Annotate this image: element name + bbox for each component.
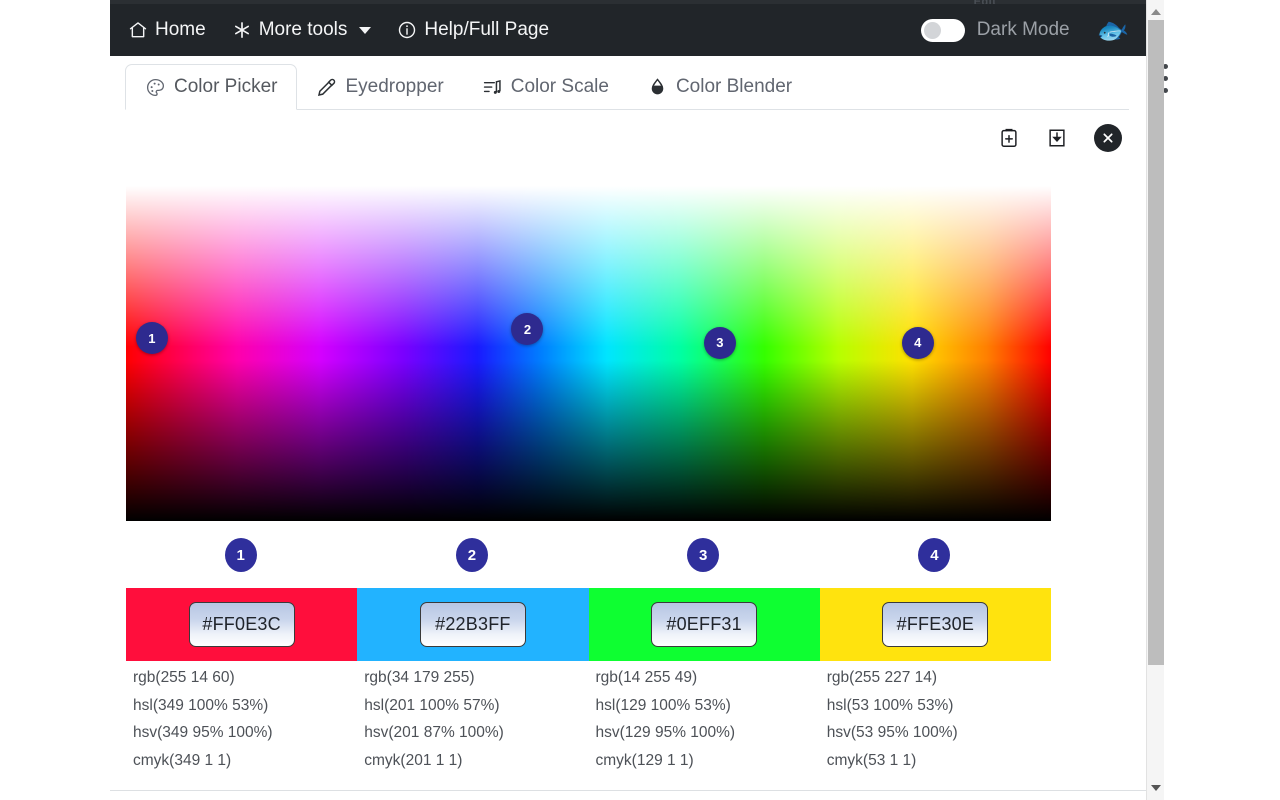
nav-home-link[interactable]: Home [128,19,206,41]
swatch-index-badges: 1 2 3 4 [126,538,1051,576]
rgb-value[interactable]: rgb(14 255 49) [596,664,820,692]
tab-label: Eyedropper [345,76,444,97]
nav-help-link[interactable]: Help/Full Page [397,19,549,41]
hex-input-3[interactable]: #0EFF31 [651,602,758,647]
color-values-grid: rgb(255 14 60) hsl(349 100% 53%) hsv(349… [126,664,1051,774]
dark-mode-control[interactable]: Dark Mode [920,18,1070,42]
page-gutter-left [0,0,110,800]
color-swatch-strip: #FF0E3C #22B3FF #0EFF31 #FFE30E [126,588,1051,661]
color-marker-4[interactable]: 4 [901,326,934,359]
nav-more-tools-label: More tools [258,19,348,40]
color-marker-2[interactable]: 2 [511,313,544,346]
tab-eyedropper[interactable]: Eyedropper [297,64,462,110]
triangle-down-icon [1151,785,1161,791]
vertical-scrollbar[interactable] [1146,0,1164,800]
dark-mode-toggle[interactable] [920,18,965,42]
nav-more-tools-dropdown[interactable]: More tools [232,19,372,41]
home-icon [128,20,148,40]
triangle-up-icon [1151,9,1161,15]
info-circle-icon [397,20,417,40]
hsv-value[interactable]: hsv(349 95% 100%) [133,719,357,747]
clownfish-icon: 🐟 [1092,11,1131,49]
close-circle-icon[interactable] [1094,124,1122,152]
swatch-badge-4[interactable]: 4 [918,538,951,572]
app-root: Edit Home More tools Help/Full Page Dark… [0,0,1280,800]
palette-icon [145,77,166,98]
tab-label: Color Blender [675,76,793,97]
hex-input-1[interactable]: #FF0E3C [188,602,295,647]
hsv-value[interactable]: hsv(129 95% 100%) [596,719,820,747]
color-swatch-1[interactable]: #FF0E3C [126,588,358,661]
download-box-icon[interactable] [1046,127,1068,149]
color-swatch-4[interactable]: #FFE30E [819,588,1051,661]
app-frame: Edit Home More tools Help/Full Page Dark… [110,0,1146,800]
toggle-knob [923,21,941,39]
hsl-value[interactable]: hsl(129 100% 53%) [596,692,820,720]
top-navbar: Home More tools Help/Full Page Dark Mode… [110,4,1146,56]
hsl-value[interactable]: hsl(53 100% 53%) [827,692,1051,720]
scroll-down-arrow[interactable] [1147,779,1165,797]
eyedropper-icon [316,77,337,98]
clipboard-plus-icon[interactable] [998,127,1020,149]
rgb-value[interactable]: rgb(255 227 14) [827,664,1051,692]
dark-mode-label: Dark Mode [976,19,1070,40]
color-values-column-1: rgb(255 14 60) hsl(349 100% 53%) hsv(349… [126,664,357,774]
cmyk-value[interactable]: cmyk(349 1 1) [133,747,357,775]
tab-color-picker[interactable]: Color Picker [125,64,298,110]
swatch-badge-3[interactable]: 3 [687,538,720,572]
hsl-value[interactable]: hsl(349 100% 53%) [133,692,357,720]
panel-toolbar [998,124,1122,152]
color-values-column-4: rgb(255 227 14) hsl(53 100% 53%) hsv(53 … [820,664,1051,774]
color-field-canvas[interactable]: 1 2 3 4 [126,186,1051,521]
color-swatch-2[interactable]: #22B3FF [357,588,589,661]
tab-label: Color Scale [510,76,609,97]
color-values-column-3: rgb(14 255 49) hsl(129 100% 53%) hsv(129… [589,664,820,774]
scroll-up-arrow[interactable] [1147,3,1165,21]
hsv-value[interactable]: hsv(53 95% 100%) [827,719,1051,747]
hsv-value[interactable]: hsv(201 87% 100%) [364,719,588,747]
hsl-value[interactable]: hsl(201 100% 57%) [364,692,588,720]
tab-label: Color Picker [174,76,278,97]
color-swatch-3[interactable]: #0EFF31 [588,588,820,661]
cmyk-value[interactable]: cmyk(53 1 1) [827,747,1051,775]
asterisk-icon [232,20,252,40]
cmyk-value[interactable]: cmyk(129 1 1) [596,747,820,775]
droplet-icon [647,77,668,98]
rgb-value[interactable]: rgb(34 179 255) [364,664,588,692]
tab-bar: Color Picker Eyedropper Color Scale Colo… [110,56,1146,110]
page-gutter-right [1146,0,1280,800]
swatch-badge-1[interactable]: 1 [224,538,257,572]
scale-icon [482,77,503,98]
hex-input-4[interactable]: #FFE30E [882,602,989,647]
chevron-down-icon [359,26,372,34]
hex-input-2[interactable]: #22B3FF [419,602,526,647]
tab-color-blender[interactable]: Color Blender [628,64,811,110]
color-marker-1[interactable]: 1 [135,322,168,355]
nav-home-label: Home [155,19,206,40]
color-values-column-2: rgb(34 179 255) hsl(201 100% 57%) hsv(20… [357,664,588,774]
rgb-value[interactable]: rgb(255 14 60) [133,664,357,692]
color-marker-3[interactable]: 3 [703,326,736,359]
swatch-badge-2[interactable]: 2 [455,538,488,572]
tab-color-scale[interactable]: Color Scale [463,64,628,110]
bottom-divider [110,790,1146,791]
scrollbar-thumb[interactable] [1148,20,1164,665]
nav-help-label: Help/Full Page [424,19,550,40]
cmyk-value[interactable]: cmyk(201 1 1) [364,747,588,775]
